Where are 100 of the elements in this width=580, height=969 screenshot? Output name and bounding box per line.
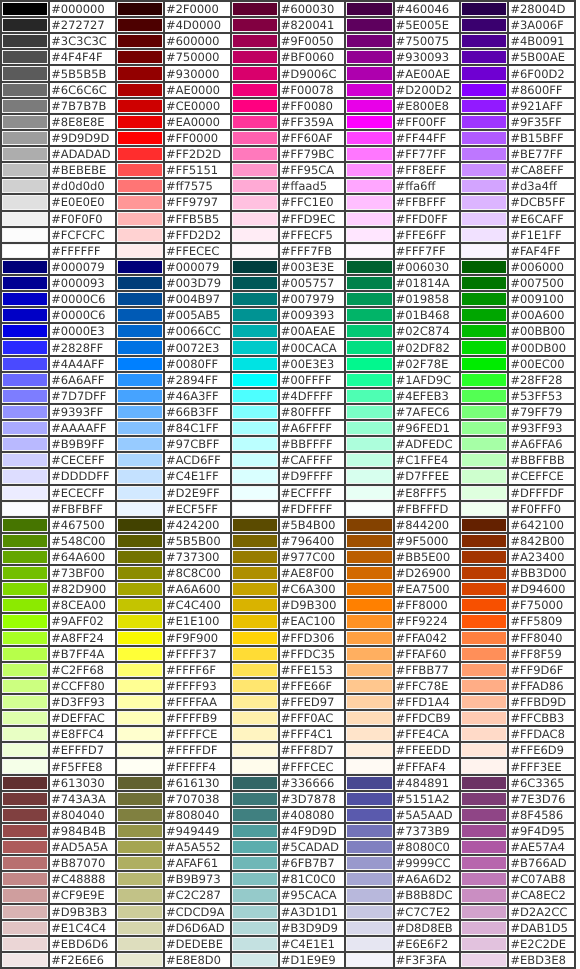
hex-code: #EFFFD7	[50, 743, 115, 758]
hex-code: #BE77FF	[509, 147, 574, 162]
hex-code: #BB5E00	[394, 550, 460, 564]
hex-code: #F1E1FF	[509, 228, 574, 242]
hex-code: #79FF79	[509, 404, 574, 420]
hex-code: #FF0000	[164, 130, 230, 146]
hex-code: #FFDAC8	[509, 727, 574, 742]
hex-code: #2894FF	[164, 372, 230, 387]
hex-code: #5B5B5B	[50, 66, 115, 81]
hex-code: #DAB1D5	[509, 920, 574, 935]
hex-code: #707038	[164, 792, 230, 806]
hex-code: #009100	[509, 292, 574, 306]
hex-code: #FFFFF4	[164, 759, 230, 774]
hex-code: #0000C6	[50, 292, 115, 306]
hex-code: #4F9D9D	[280, 824, 344, 838]
hex-code: #D9B300	[280, 598, 344, 612]
hex-code: #ffaad5	[280, 179, 344, 194]
hex-code: #FFF0AC	[280, 711, 344, 726]
hex-code: #82D900	[50, 582, 115, 596]
hex-code: #00EC00	[509, 356, 574, 371]
hex-code: #921AFF	[509, 98, 574, 113]
hex-code: #7E3D76	[509, 792, 574, 806]
hex-code: #C4E1E1	[280, 936, 344, 951]
hex-code: #BBFFFF	[280, 437, 344, 452]
hex-code: #FFFFAA	[164, 695, 230, 710]
hex-code: #FFD2D2	[164, 228, 230, 242]
hex-code: #F3F3FA	[394, 952, 460, 967]
hex-code: #4DFFFF	[280, 388, 344, 403]
hex-code: #01814A	[394, 276, 460, 290]
hex-code: #977C00	[280, 550, 344, 564]
hex-code: #FFCBB3	[509, 711, 574, 726]
hex-code: #02F78E	[394, 356, 460, 371]
hex-code: #FF00FF	[394, 114, 460, 129]
hex-code: #C48888	[50, 872, 115, 886]
hex-code: #D9FFFF	[280, 469, 344, 484]
hex-code: #00FFFF	[280, 372, 344, 387]
hex-code: #FFAD86	[509, 678, 574, 694]
hex-code: #CDCD9A	[164, 904, 230, 919]
hex-code: #FF5809	[509, 614, 574, 629]
hex-code: #8E8E8E	[50, 114, 115, 129]
hex-code: #DEFFAC	[50, 711, 115, 726]
hex-code: #A23400	[509, 550, 574, 564]
hex-code: #FF0080	[280, 98, 344, 113]
hex-code: #FFE6FF	[394, 228, 460, 242]
hex-code: #006000	[509, 260, 574, 274]
hex-code: #5E005E	[394, 18, 460, 32]
hex-code: #9AFF02	[50, 614, 115, 629]
hex-code: #FFE153	[280, 662, 344, 677]
hex-code: #FFF3EE	[509, 759, 574, 774]
hex-code: #6F00D2	[509, 66, 574, 81]
hex-code: #FF2D2D	[164, 147, 230, 162]
hex-code: #CA8EFF	[509, 163, 574, 178]
hex-code: #28004D	[509, 2, 574, 16]
hex-code: #5B4B00	[280, 518, 344, 532]
hex-code: #D2E9FF	[164, 486, 230, 500]
hex-code: #930000	[164, 66, 230, 81]
hex-code: #46A3FF	[164, 388, 230, 403]
hex-code: #FF9D6F	[509, 662, 574, 677]
hex-code: #A8FF24	[50, 630, 115, 645]
hex-code: #808040	[164, 808, 230, 822]
hex-code: #005AB5	[164, 308, 230, 322]
hex-code: #FF77FF	[394, 147, 460, 162]
hex-code: #FFFFDF	[164, 743, 230, 758]
hex-code: #408080	[280, 808, 344, 822]
hex-code: #3D7878	[280, 792, 344, 806]
hex-code: #FFD9EC	[280, 212, 344, 226]
hex-code: #ACD6FF	[164, 453, 230, 468]
hex-code: #C4C400	[164, 598, 230, 612]
hex-code: #CCFF80	[50, 678, 115, 694]
hex-code: #C2C287	[164, 888, 230, 903]
hex-code: #4EFEB3	[394, 388, 460, 403]
hex-code: #FFDCB9	[394, 711, 460, 726]
hex-code: #336666	[280, 776, 344, 790]
hex-code: #000093	[50, 276, 115, 290]
hex-code: #AAAAFF	[50, 421, 115, 436]
hex-code: #FF8F59	[509, 646, 574, 661]
hex-code: #FF44FF	[394, 130, 460, 146]
hex-code: #ff7575	[164, 179, 230, 194]
hex-code: #C2FF68	[50, 662, 115, 677]
hex-code: #AE0000	[164, 82, 230, 97]
hex-code: #FAF4FF	[509, 244, 574, 258]
hex-code: #d3a4ff	[509, 179, 574, 194]
hex-code: #BF0060	[280, 50, 344, 64]
hex-code: #66B3FF	[164, 404, 230, 420]
hex-code: #AD5A5A	[50, 840, 115, 854]
hex-code: #5B5B00	[164, 534, 230, 548]
hex-code: #FFFF6F	[164, 662, 230, 677]
hex-code: #FFAF60	[394, 646, 460, 661]
hex-code: #B766AD	[509, 856, 574, 870]
hex-code: #B15BFF	[509, 130, 574, 146]
hex-code: #01B468	[394, 308, 460, 322]
hex-code: #D1E9E9	[280, 952, 344, 967]
hex-code: #009393	[280, 308, 344, 322]
hex-code: #984B4B	[50, 824, 115, 838]
hex-code: #ADADAD	[50, 147, 115, 162]
hex-code: #FF359A	[280, 114, 344, 129]
hex-code: #E800E8	[394, 98, 460, 113]
hex-code: #2828FF	[50, 340, 115, 355]
hex-code: #2F0000	[164, 2, 230, 16]
hex-code: #9F0050	[280, 34, 344, 48]
